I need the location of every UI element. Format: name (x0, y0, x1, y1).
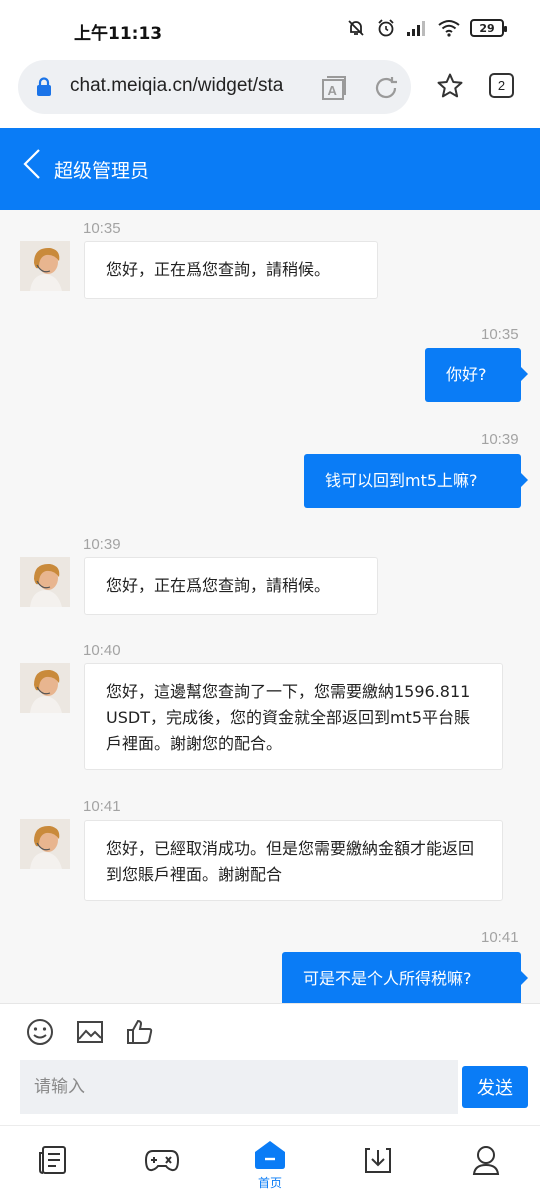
reader-mode-icon[interactable]: A (321, 75, 347, 101)
wifi-icon (438, 20, 460, 37)
news-icon[interactable] (37, 1144, 69, 1176)
back-icon[interactable] (22, 148, 42, 180)
url-text[interactable]: chat.meiqia.cn/widget/sta (70, 75, 312, 97)
alarm-icon (378, 19, 394, 37)
status-time: 上午11:13 (74, 24, 163, 44)
signal-icon (407, 21, 425, 36)
gamepad-icon[interactable] (144, 1144, 180, 1176)
nav-item-home[interactable] (254, 1140, 286, 1174)
agent-avatar (20, 819, 70, 869)
message-timestamp: 10:35 (481, 326, 519, 343)
page-title: 超级管理员 (54, 160, 150, 182)
reload-icon[interactable] (373, 75, 399, 101)
chat-area[interactable]: 10:35 您好，正在爲您查詢，請稍候。 10:35 你好? 10:39 钱可以… (0, 210, 540, 1003)
message-timestamp: 10:41 (83, 798, 121, 815)
home-icon (255, 1141, 285, 1169)
tabs-count-button[interactable]: 2 (489, 73, 514, 98)
download-icon[interactable] (362, 1144, 394, 1176)
chat-header: 超级管理员 (0, 128, 540, 210)
send-button[interactable]: 发送 (462, 1066, 528, 1108)
thumbs-up-icon[interactable] (126, 1018, 154, 1046)
svg-text:A: A (328, 83, 338, 98)
emoji-icon[interactable] (26, 1018, 54, 1046)
lock-icon (37, 77, 51, 96)
nav-home-label: 首页 (258, 1176, 283, 1190)
message-timestamp: 10:39 (481, 431, 519, 448)
agent-message-bubble: 您好，正在爲您查詢，請稍候。 (84, 557, 378, 615)
user-message-bubble: 可是不是个人所得税嘛? (282, 952, 528, 1003)
agent-avatar (20, 663, 70, 713)
bottom-navigation: 首页 (0, 1125, 540, 1200)
message-timestamp: 10:40 (83, 642, 121, 659)
user-message-bubble: 你好? (425, 348, 528, 402)
browser-bar: chat.meiqia.cn/widget/sta A 2 (0, 58, 540, 128)
agent-avatar (20, 241, 70, 291)
agent-message-bubble: 您好，已經取消成功。但是您需要繳納金額才能返回到您賬戶裡面。謝謝配合 (84, 820, 503, 901)
message-timestamp: 10:35 (83, 220, 121, 237)
message-timestamp: 10:41 (481, 929, 519, 946)
profile-icon[interactable] (471, 1144, 501, 1176)
battery-indicator: 29 (470, 19, 507, 37)
address-bar[interactable]: chat.meiqia.cn/widget/sta A (18, 60, 411, 114)
status-bar: 上午11:13 29 (0, 0, 540, 58)
agent-message-bubble: 您好，這邊幫您查詢了一下，您需要繳納1596.811USDT，完成後，您的資金就… (84, 663, 503, 770)
agent-message-bubble: 您好，正在爲您查詢，請稍候。 (84, 241, 378, 299)
message-timestamp: 10:39 (83, 536, 121, 553)
user-message-bubble: 钱可以回到mt5上嘛? (304, 454, 528, 508)
mute-bell-icon (348, 20, 364, 36)
image-icon[interactable] (76, 1018, 104, 1046)
agent-avatar (20, 557, 70, 607)
star-icon[interactable] (436, 72, 464, 100)
message-input[interactable] (20, 1060, 458, 1114)
message-composer: 发送 (0, 1003, 540, 1125)
status-icons: 29 (346, 18, 507, 38)
